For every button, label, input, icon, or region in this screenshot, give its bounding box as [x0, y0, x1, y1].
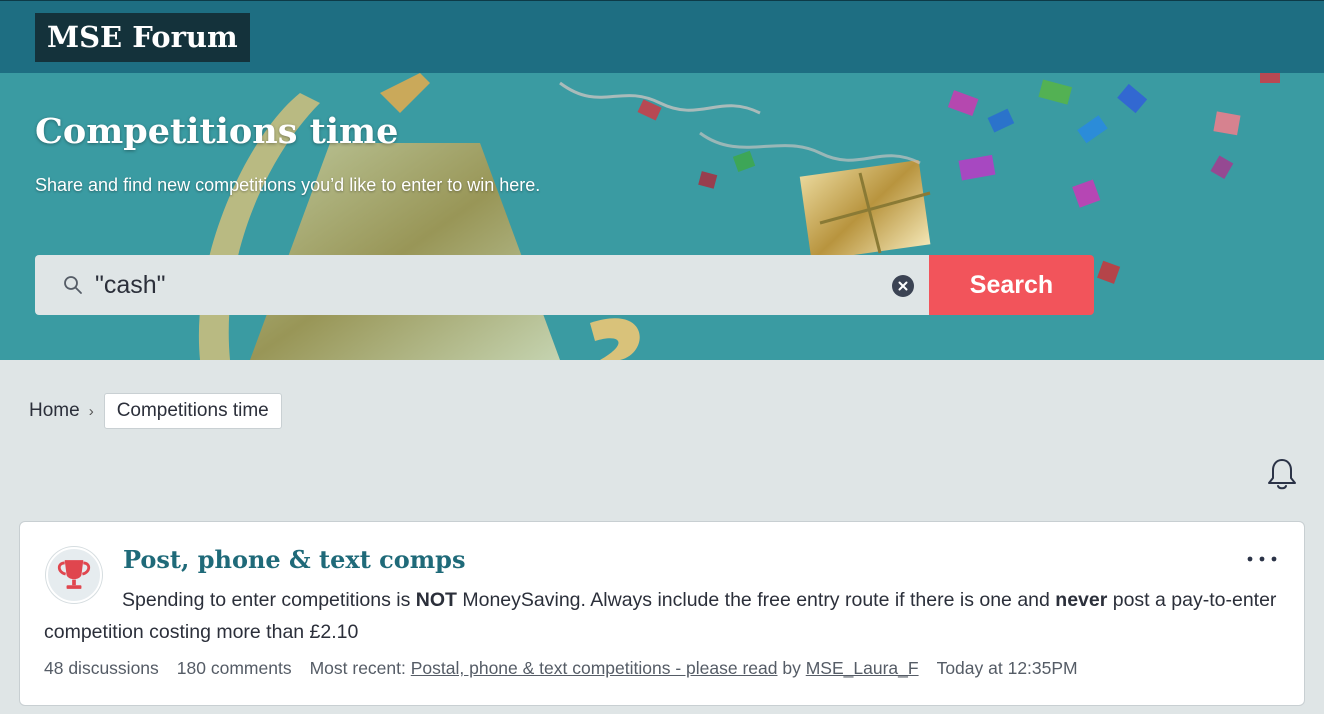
category-card: Post, phone & text comps Spending to ent…	[19, 521, 1305, 706]
category-description: Spending to enter competitions is NOT Mo…	[44, 584, 1284, 648]
description-emphasis: never	[1055, 589, 1108, 611]
description-emphasis: NOT	[415, 589, 457, 611]
category-meta: 48 discussions 180 comments Most recent: P…	[44, 658, 1078, 679]
hero-banner: Competitions time Share and find new com…	[0, 73, 1324, 360]
search-icon	[64, 276, 82, 294]
page-title: Competitions time	[35, 111, 399, 152]
search-button[interactable]: Search	[929, 255, 1094, 315]
bell-icon[interactable]	[1266, 457, 1298, 491]
author-link[interactable]: MSE_Laura_F	[806, 658, 919, 678]
most-recent-label: Most recent:	[309, 658, 406, 678]
breadcrumb: Home › Competitions time	[29, 393, 282, 429]
clear-search-icon[interactable]	[892, 275, 914, 297]
search-bar: "cash" Search	[35, 255, 1094, 315]
by-label: by	[782, 658, 801, 678]
discussion-count: 48 discussions	[44, 658, 159, 678]
site-logo[interactable]: MSE Forum	[35, 13, 250, 62]
breadcrumb-separator: ›	[88, 402, 94, 420]
comment-count: 180 comments	[176, 658, 292, 678]
breadcrumb-home[interactable]: Home	[29, 400, 80, 422]
search-field[interactable]: "cash"	[35, 255, 929, 315]
search-input[interactable]: "cash"	[95, 255, 166, 315]
breadcrumb-current[interactable]: Competitions time	[103, 393, 282, 429]
timestamp: Today at 12:35PM	[936, 658, 1078, 678]
top-bar: MSE Forum	[0, 0, 1324, 73]
description-text: MoneySaving. Always include the free ent…	[456, 589, 1056, 611]
more-options-icon[interactable]	[1246, 555, 1278, 563]
description-text: Spending to enter competitions is	[122, 589, 416, 611]
category-title[interactable]: Post, phone & text comps	[123, 545, 465, 574]
page-subtitle: Share and find new competitions you’d li…	[35, 175, 541, 195]
most-recent-link[interactable]: Postal, phone & text competitions - plea…	[411, 658, 778, 678]
